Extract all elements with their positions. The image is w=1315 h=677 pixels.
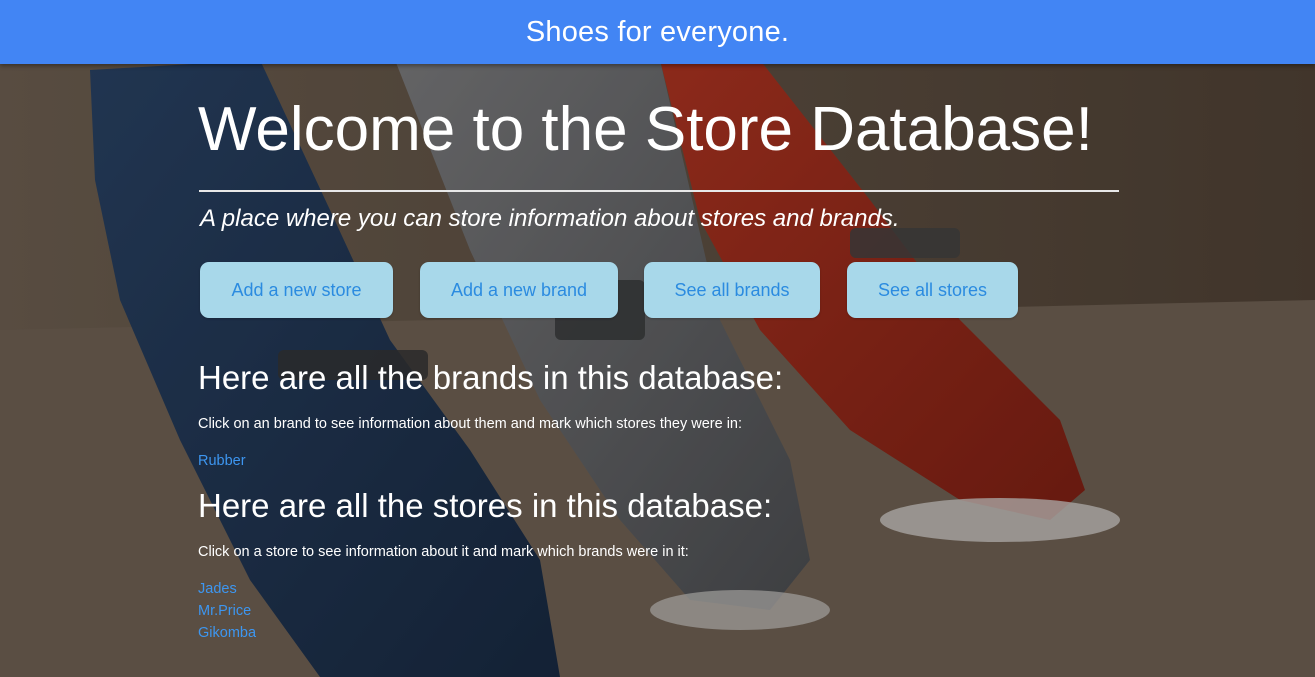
brands-heading: Here are all the brands in this database… [198, 359, 784, 396]
stores-heading: Here are all the stores in this database… [198, 487, 773, 524]
add-store-button[interactable]: Add a new store [200, 262, 393, 318]
title-divider [199, 190, 1119, 192]
store-link[interactable]: Mr.Price [198, 600, 1120, 622]
main-content: Welcome to the Store Database! A place w… [198, 64, 1120, 644]
action-buttons: Add a new store Add a new brand See all … [198, 262, 1120, 320]
see-all-brands-button[interactable]: See all brands [644, 262, 820, 318]
brand-link[interactable]: Rubber [198, 450, 1120, 472]
stores-list: Jades Mr.Price Gikomba [198, 578, 1120, 644]
page-tagline: A place where you can store information … [200, 205, 900, 232]
see-all-stores-button[interactable]: See all stores [847, 262, 1018, 318]
navbar-title[interactable]: Shoes for everyone. [526, 16, 789, 49]
top-navbar: Shoes for everyone. [0, 0, 1315, 64]
store-link[interactable]: Jades [198, 578, 1120, 600]
brands-help-text: Click on an brand to see information abo… [198, 416, 743, 432]
brands-list: Rubber [198, 450, 1120, 472]
page: Shoes for everyone. Welcome to the Store… [0, 0, 1315, 677]
add-brand-button[interactable]: Add a new brand [420, 262, 618, 318]
page-title: Welcome to the Store Database! [198, 95, 1093, 164]
store-link[interactable]: Gikomba [198, 622, 1120, 644]
stores-help-text: Click on a store to see information abou… [198, 544, 689, 560]
